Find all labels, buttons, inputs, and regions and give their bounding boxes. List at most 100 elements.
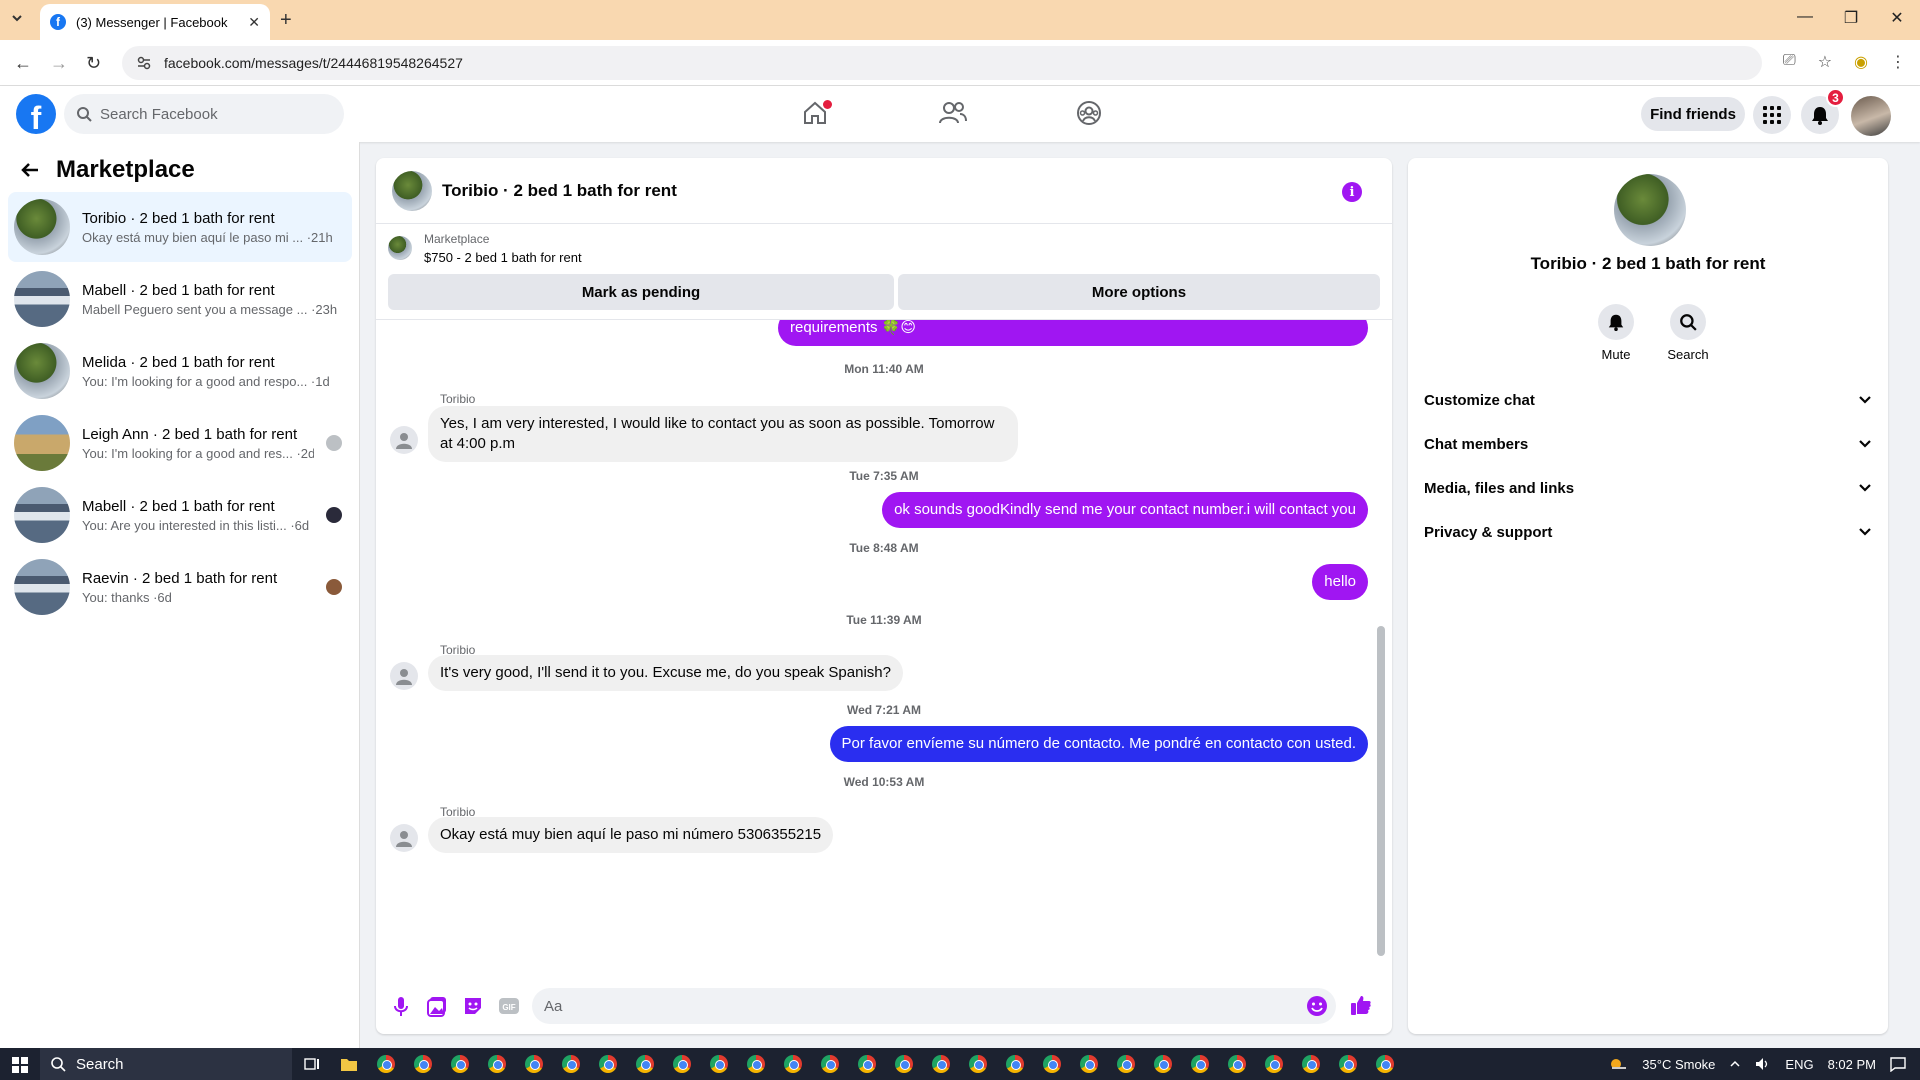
friends-icon[interactable] [939,100,967,126]
conversation-item[interactable]: Mabell · 2 bed 1 bath for rent You: Are … [8,480,352,550]
chrome-app-icon[interactable] [707,1052,731,1076]
search-icon [1670,304,1706,340]
message-input[interactable]: Aa [532,988,1336,1024]
chat-members-row[interactable]: Chat members [1424,424,1872,464]
restore-icon[interactable]: ❐ [1828,8,1874,28]
search-in-conversation-button[interactable]: Search [1658,304,1718,362]
account-avatar[interactable] [1851,96,1891,136]
close-tab-icon[interactable]: ✕ [248,14,260,31]
chrome-app-icon[interactable] [744,1052,768,1076]
chrome-app-icon[interactable] [1077,1052,1101,1076]
facebook-search-input[interactable]: Search Facebook [64,94,344,134]
seen-avatar-icon [326,507,342,523]
browser-menu-icon[interactable]: ⋮ [1890,52,1906,72]
chrome-app-icon[interactable] [892,1052,916,1076]
taskbar-search[interactable]: Search [40,1048,292,1080]
chrome-app-icon[interactable] [1373,1052,1397,1076]
chrome-app-icon[interactable] [1003,1052,1027,1076]
back-icon[interactable]: ← [14,53,32,74]
browser-tab[interactable]: f (3) Messenger | Facebook ✕ [40,4,270,40]
weather-icon[interactable] [1608,1056,1628,1072]
mark-as-pending-button[interactable]: Mark as pending [388,274,894,310]
message-scrollbar[interactable] [1377,626,1385,956]
home-notification-dot [823,100,832,109]
chrome-app-icon[interactable] [596,1052,620,1076]
emoji-icon[interactable] [1306,995,1328,1017]
listing-title[interactable]: $750 - 2 bed 1 bath for rent [424,250,582,265]
chrome-app-icon[interactable] [855,1052,879,1076]
chrome-app-icon[interactable] [1188,1052,1212,1076]
conversation-item[interactable]: Mabell · 2 bed 1 bath for rent Mabell Pe… [8,264,352,334]
chrome-app-icon[interactable] [1151,1052,1175,1076]
chrome-app-icon[interactable] [522,1052,546,1076]
menu-grid-icon[interactable] [1753,96,1791,134]
chrome-app-icon[interactable] [448,1052,472,1076]
minimize-icon[interactable]: — [1782,8,1828,28]
chrome-app-icon[interactable] [818,1052,842,1076]
bookmark-star-icon[interactable]: ☆ [1818,52,1832,72]
media-files-links-row[interactable]: Media, files and links [1424,468,1872,508]
conversation-item[interactable]: Melida · 2 bed 1 bath for rent You: I'm … [8,336,352,406]
windows-start-icon[interactable] [12,1057,28,1073]
tab-search-icon[interactable] [10,11,24,25]
photo-icon[interactable] [426,995,448,1017]
chrome-app-icon[interactable] [1262,1052,1286,1076]
conversation-snippet: You: Are you interested in this listi...… [82,517,310,533]
info-icon[interactable]: i [1342,182,1362,202]
chrome-app-icon[interactable] [781,1052,805,1076]
chrome-app-icon[interactable] [929,1052,953,1076]
profile-avatar[interactable] [1614,174,1686,246]
profile-icon[interactable]: ◉ [1854,52,1868,72]
customize-chat-row[interactable]: Customize chat [1424,380,1872,420]
more-options-button[interactable]: More options [898,274,1380,310]
chrome-app-icon[interactable] [670,1052,694,1076]
chat-avatar[interactable] [392,170,432,211]
url-field[interactable]: facebook.com/messages/t/2444681954826452… [122,46,1762,80]
clock[interactable]: 8:02 PM [1828,1057,1876,1072]
tray-chevron-up-icon[interactable] [1729,1058,1741,1070]
chrome-app-icon[interactable] [966,1052,990,1076]
mute-button[interactable]: Mute [1586,304,1646,362]
chevron-down-icon [1859,440,1871,448]
chrome-app-icon[interactable] [411,1052,435,1076]
chrome-app-icon[interactable] [374,1052,398,1076]
conversation-item[interactable]: Leigh Ann · 2 bed 1 bath for rent You: I… [8,408,352,478]
new-tab-icon[interactable]: + [280,9,292,32]
task-view-icon[interactable] [300,1052,324,1076]
microphone-icon[interactable] [390,995,412,1017]
site-info-icon[interactable] [136,55,152,71]
install-app-icon[interactable]: ⎚ [1783,52,1796,72]
chrome-app-icon[interactable] [1299,1052,1323,1076]
thumbs-up-icon[interactable] [1350,994,1372,1016]
close-window-icon[interactable]: ✕ [1874,8,1920,28]
sender-avatar-icon [390,824,418,852]
conversation-item[interactable]: Raevin · 2 bed 1 bath for rent You: than… [8,552,352,622]
back-arrow-icon[interactable] [20,160,40,180]
weather-text[interactable]: 35°C Smoke [1642,1057,1715,1072]
sticker-icon[interactable] [462,995,484,1017]
chrome-app-icon[interactable] [485,1052,509,1076]
gif-icon[interactable]: GIF [498,995,520,1017]
chrome-app-icon[interactable] [1040,1052,1064,1076]
forward-icon[interactable]: → [50,53,68,74]
sender-avatar-icon [390,426,418,454]
privacy-support-row[interactable]: Privacy & support [1424,512,1872,552]
chrome-app-icon[interactable] [1336,1052,1360,1076]
chrome-app-icon[interactable] [633,1052,657,1076]
window-controls: — ❐ ✕ [1782,8,1920,28]
notification-center-icon[interactable] [1890,1056,1906,1072]
chat-title[interactable]: Toribio · 2 bed 1 bath for rent [442,181,677,201]
reload-icon[interactable]: ↻ [86,53,101,74]
groups-icon[interactable] [1076,100,1102,126]
chrome-app-icon[interactable] [559,1052,583,1076]
facebook-logo-icon[interactable]: f [16,94,56,134]
chrome-app-icon[interactable] [1225,1052,1249,1076]
file-explorer-icon[interactable] [337,1052,361,1076]
language-indicator[interactable]: ENG [1785,1057,1813,1072]
conversation-item[interactable]: Toribio · 2 bed 1 bath for rent Okay est… [8,192,352,262]
volume-icon[interactable] [1755,1057,1771,1071]
listing-thumbnail[interactable] [388,236,412,260]
find-friends-button[interactable]: Find friends [1641,97,1745,131]
url-text: facebook.com/messages/t/2444681954826452… [164,55,463,71]
chrome-app-icon[interactable] [1114,1052,1138,1076]
